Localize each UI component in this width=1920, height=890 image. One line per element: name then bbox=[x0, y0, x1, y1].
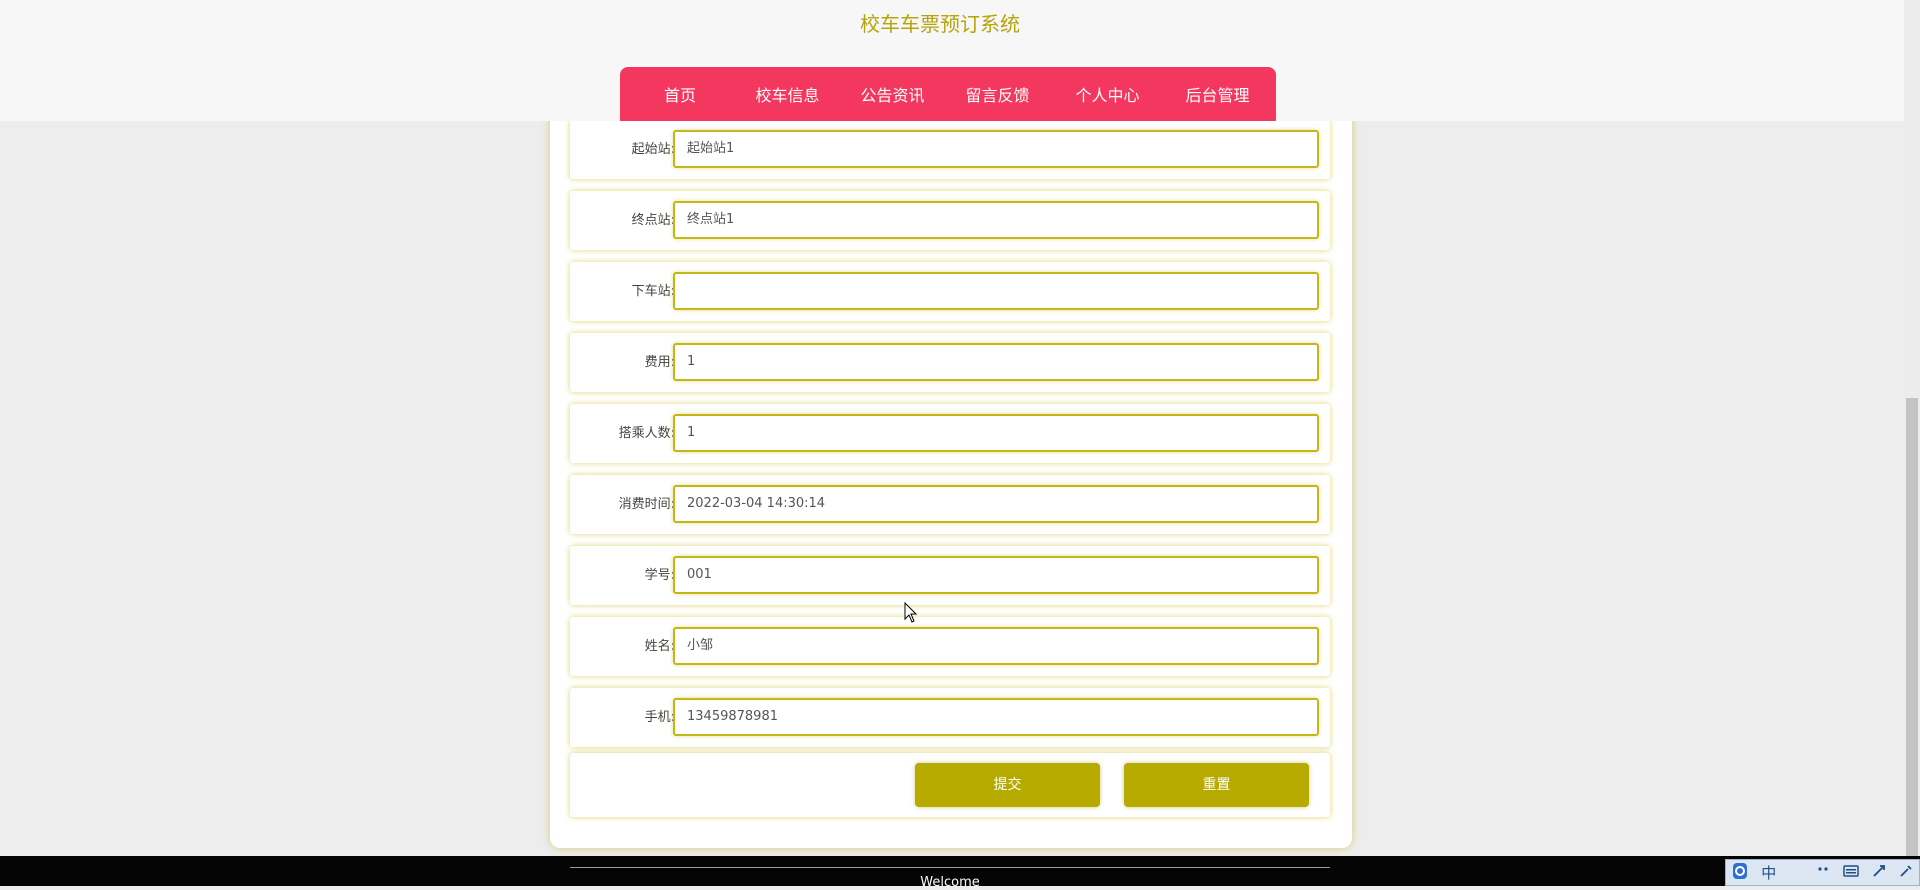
nav-item-bus-info[interactable]: 校车信息 bbox=[740, 82, 835, 106]
end-station-label: 终点站: bbox=[631, 213, 675, 228]
form-row-student-id: 学号: 001 bbox=[570, 546, 1330, 605]
keyboard-icon[interactable] bbox=[1843, 864, 1859, 882]
half-width-icon[interactable] bbox=[1789, 864, 1803, 882]
booking-form-card: 起始站: 起始站1 终点站: 终点站1 下车站: 费用: 1 搭乘人数: 1 消… bbox=[550, 110, 1352, 848]
reset-button[interactable]: 重置 bbox=[1124, 763, 1309, 807]
punctuation-icon[interactable] bbox=[1816, 864, 1830, 882]
main-nav: 首页 校车信息 公告资讯 留言反馈 个人中心 后台管理 bbox=[620, 67, 1276, 121]
fee-input[interactable]: 1 bbox=[673, 343, 1319, 381]
form-row-start-station: 起始站: 起始站1 bbox=[570, 120, 1330, 179]
form-row-phone: 手机: 13459878981 bbox=[570, 688, 1330, 747]
nav-item-announcements[interactable]: 公告资讯 bbox=[835, 82, 950, 106]
consumption-time-input[interactable]: 2022-03-04 14:30:14 bbox=[673, 485, 1319, 523]
footer-welcome-text: Welcome bbox=[920, 875, 980, 890]
phone-input[interactable]: 13459878981 bbox=[673, 698, 1319, 736]
footer-divider bbox=[570, 867, 1330, 868]
site-header: 校车车票预订系统 首页 校车信息 公告资讯 留言反馈 个人中心 后台管理 bbox=[0, 0, 1920, 121]
drop-off-station-input[interactable] bbox=[673, 272, 1319, 310]
name-label: 姓名: bbox=[644, 639, 675, 654]
tools-icon[interactable] bbox=[1872, 864, 1886, 882]
form-actions: 提交 重置 bbox=[570, 753, 1330, 817]
fee-label: 费用: bbox=[644, 355, 675, 370]
student-id-input[interactable]: 001 bbox=[673, 556, 1319, 594]
submit-button[interactable]: 提交 bbox=[915, 763, 1100, 807]
phone-label: 手机: bbox=[644, 710, 675, 725]
form-row-fee: 费用: 1 bbox=[570, 333, 1330, 392]
start-station-input[interactable]: 起始站1 bbox=[673, 130, 1319, 168]
end-station-input[interactable]: 终点站1 bbox=[673, 201, 1319, 239]
scrollbar-thumb[interactable] bbox=[1906, 398, 1918, 856]
site-title: 校车车票预订系统 bbox=[860, 12, 1020, 36]
nav-item-admin[interactable]: 后台管理 bbox=[1170, 82, 1265, 106]
student-id-label: 学号: bbox=[644, 568, 675, 583]
settings-icon[interactable] bbox=[1899, 864, 1913, 882]
form-row-end-station: 终点站: 终点站1 bbox=[570, 191, 1330, 250]
consumption-time-label: 消费时间: bbox=[618, 497, 675, 512]
passenger-count-input[interactable]: 1 bbox=[673, 414, 1319, 452]
drop-off-station-label: 下车站: bbox=[631, 284, 675, 299]
form-row-drop-off-station: 下车站: bbox=[570, 262, 1330, 321]
nav-item-personal-center[interactable]: 个人中心 bbox=[1045, 82, 1170, 106]
nav-item-home[interactable]: 首页 bbox=[620, 82, 740, 106]
ime-toolbar: 中 bbox=[1725, 859, 1920, 886]
site-footer: Welcome bbox=[0, 856, 1920, 890]
start-station-label: 起始站: bbox=[631, 142, 675, 157]
passenger-count-label: 搭乘人数: bbox=[618, 426, 675, 441]
page-scrollbar[interactable] bbox=[1904, 0, 1920, 856]
chinese-mode-icon[interactable]: 中 bbox=[1761, 862, 1776, 883]
form-row-passenger-count: 搭乘人数: 1 bbox=[570, 404, 1330, 463]
form-row-consumption-time: 消费时间: 2022-03-04 14:30:14 bbox=[570, 475, 1330, 534]
form-row-name: 姓名: 小邹 bbox=[570, 617, 1330, 676]
mouse-cursor-icon bbox=[904, 602, 918, 623]
ime-logo-icon[interactable] bbox=[1732, 862, 1748, 884]
nav-item-feedback[interactable]: 留言反馈 bbox=[950, 82, 1045, 106]
name-input[interactable]: 小邹 bbox=[673, 627, 1319, 665]
